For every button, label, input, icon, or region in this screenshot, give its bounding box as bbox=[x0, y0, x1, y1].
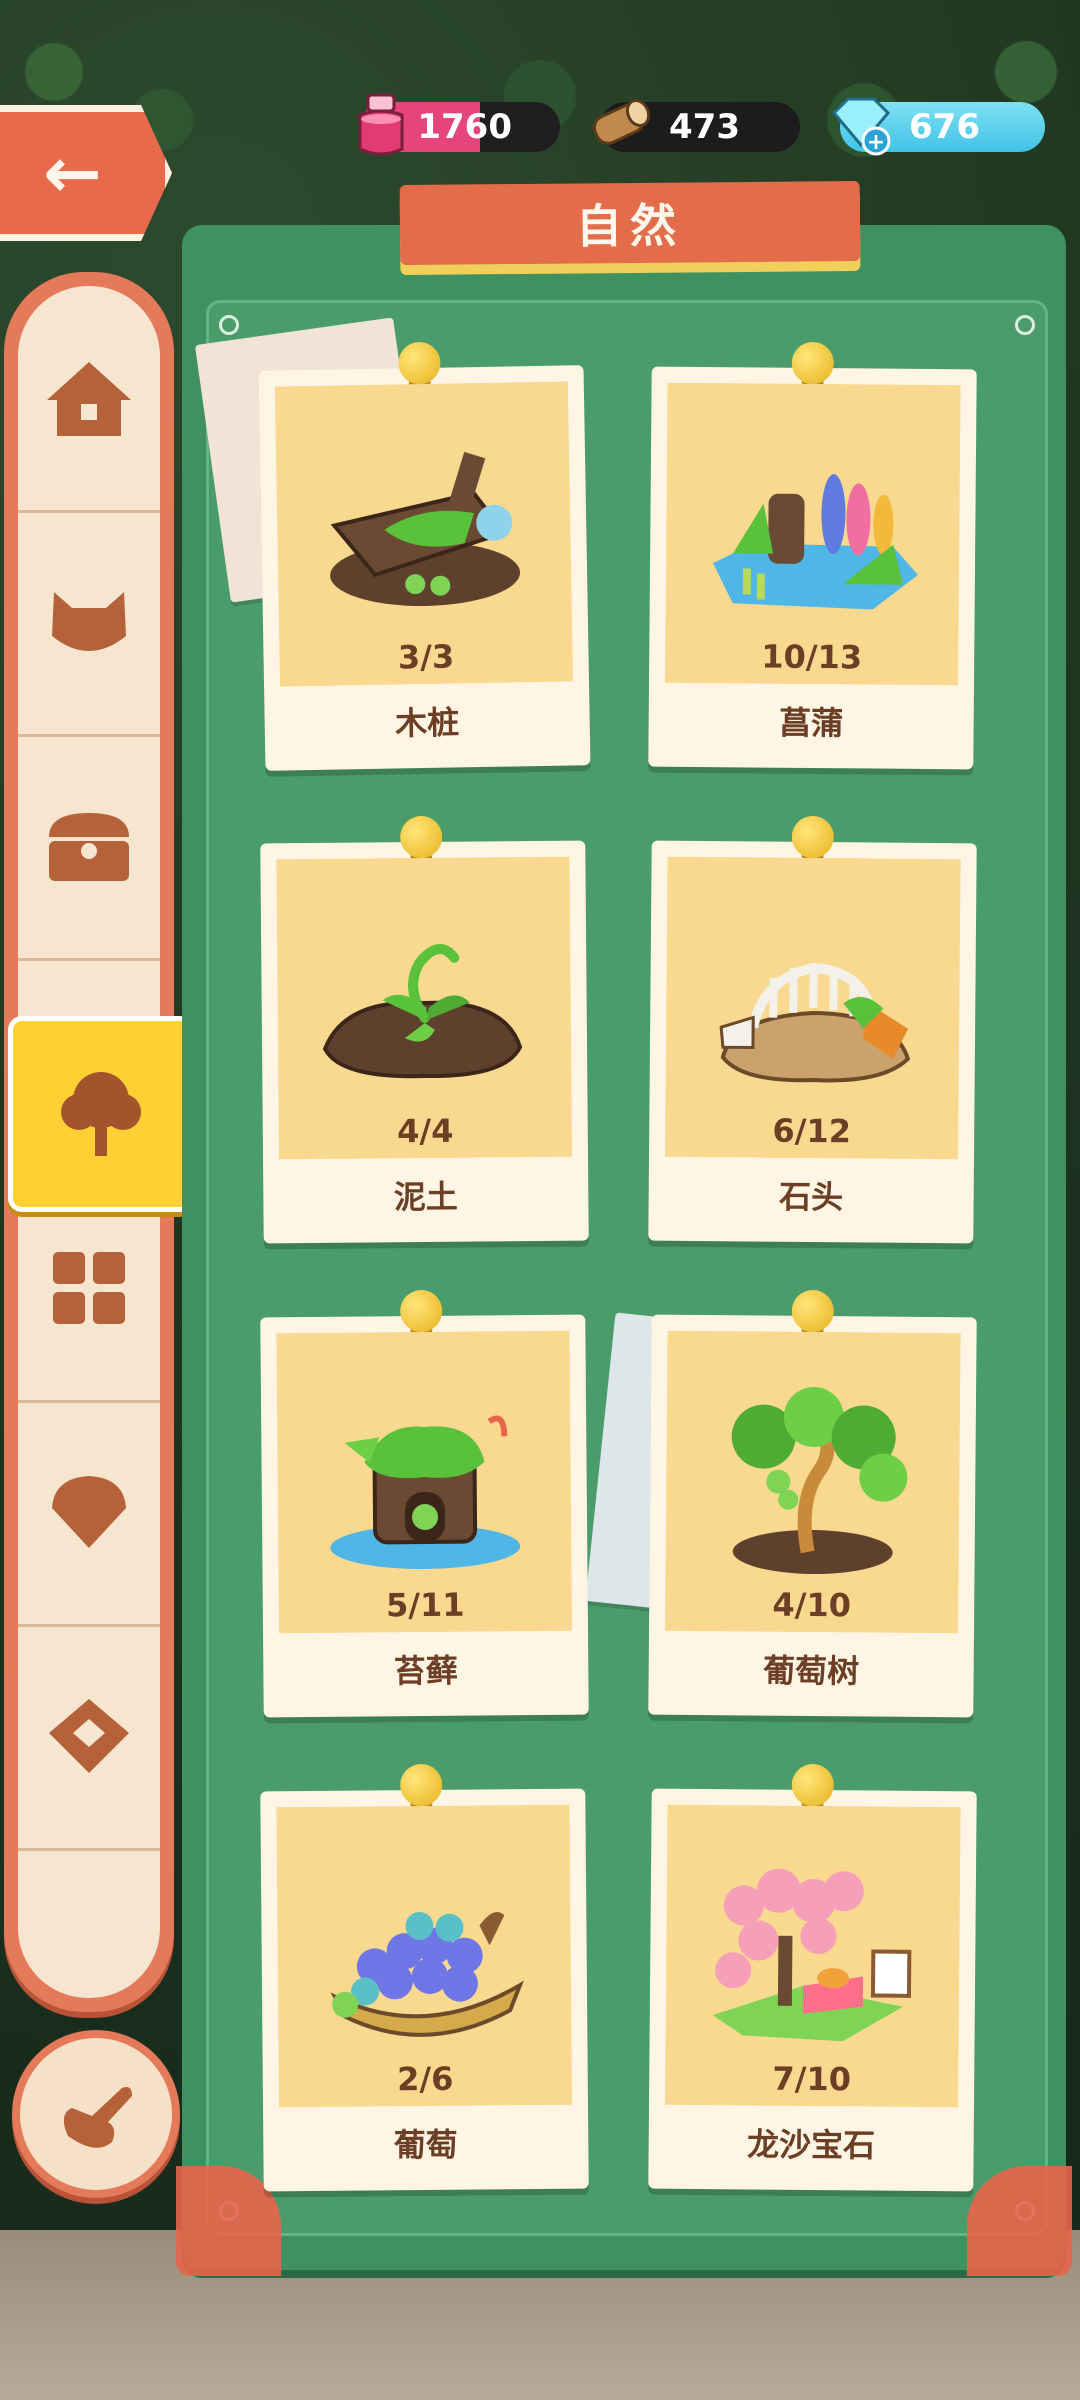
gem-amount: 676 bbox=[909, 107, 980, 147]
card-label: 石头 bbox=[778, 1177, 844, 1217]
log-icon bbox=[586, 88, 656, 164]
collection-card-soil[interactable]: 4/4 泥土 bbox=[260, 815, 589, 1244]
rivet bbox=[1015, 315, 1035, 335]
tab-cat[interactable] bbox=[18, 510, 160, 737]
ink-amount: 1760 bbox=[417, 107, 512, 147]
ink-resource: 1760 bbox=[358, 93, 560, 156]
card-label: 木桩 bbox=[394, 703, 460, 743]
rivet bbox=[219, 315, 239, 335]
tab-house[interactable] bbox=[18, 286, 160, 513]
card-label: 泥土 bbox=[393, 1177, 459, 1217]
tag-icon bbox=[49, 1699, 129, 1773]
card-label: 龙沙宝石 bbox=[746, 2125, 876, 2165]
gem-icon: + bbox=[826, 88, 896, 164]
ink-bottle-icon bbox=[346, 88, 416, 164]
pushpin-icon bbox=[400, 1763, 443, 1807]
pushpin-icon bbox=[400, 815, 443, 859]
hand-pointer-icon bbox=[63, 2087, 132, 2148]
card-count: 6/12 bbox=[772, 1111, 852, 1151]
card-count: 4/4 bbox=[397, 1111, 454, 1151]
tab-tag[interactable] bbox=[18, 1624, 160, 1851]
wood-resource: 473 bbox=[592, 98, 800, 152]
collection-card-calamus[interactable]: 10/13 菖蒲 bbox=[648, 341, 977, 770]
tree-icon bbox=[61, 1072, 141, 1156]
hand-button[interactable] bbox=[12, 2030, 180, 2198]
card-label: 葡萄 bbox=[393, 2125, 459, 2165]
back-arrow-icon: ← bbox=[43, 132, 102, 214]
pushpin-icon bbox=[400, 1289, 443, 1333]
tab-nature[interactable] bbox=[8, 1016, 194, 1212]
cat-icon bbox=[52, 592, 126, 651]
pushpin-icon bbox=[791, 341, 834, 385]
card-label: 葡萄树 bbox=[762, 1651, 860, 1691]
card-count: 7/10 bbox=[772, 2059, 852, 2099]
wood-amount: 473 bbox=[669, 107, 740, 147]
pushpin-icon bbox=[791, 1763, 834, 1807]
collection-card-stump[interactable]: 3/3 木桩 bbox=[258, 341, 591, 771]
tab-shell[interactable] bbox=[18, 1400, 160, 1627]
title-banner: 自然 bbox=[399, 180, 861, 266]
chest-icon bbox=[49, 813, 129, 881]
house-icon bbox=[47, 362, 131, 436]
shell-icon bbox=[52, 1476, 126, 1548]
svg-text:+: + bbox=[867, 130, 885, 155]
grid-icon bbox=[53, 1252, 125, 1324]
tab-chest[interactable] bbox=[18, 734, 160, 961]
back-button[interactable]: ← bbox=[0, 105, 172, 241]
card-count: 5/11 bbox=[385, 1585, 465, 1625]
card-count: 10/13 bbox=[761, 637, 863, 677]
collection-card-moss[interactable]: 5/11 苔藓 bbox=[260, 1289, 589, 1718]
collection-card-stone[interactable]: 6/12 石头 bbox=[648, 815, 977, 1244]
card-label: 苔藓 bbox=[393, 1651, 459, 1691]
card-label: 菖蒲 bbox=[778, 703, 844, 743]
collection-card-grapevine[interactable]: 4/10 葡萄树 bbox=[648, 1289, 977, 1718]
pushpin-icon bbox=[791, 815, 834, 859]
collection-card-grapes[interactable]: 2/6 葡萄 bbox=[260, 1763, 589, 2192]
card-count: 4/10 bbox=[772, 1585, 852, 1625]
pushpin-icon bbox=[398, 341, 441, 385]
collection-card-rose[interactable]: 7/10 龙沙宝石 bbox=[648, 1763, 977, 2192]
page-title: 自然 bbox=[575, 198, 685, 254]
card-count: 3/3 bbox=[397, 637, 455, 677]
gem-resource[interactable]: + 676 bbox=[831, 97, 1045, 156]
card-count: 2/6 bbox=[397, 2059, 454, 2099]
pushpin-icon bbox=[791, 1289, 834, 1333]
